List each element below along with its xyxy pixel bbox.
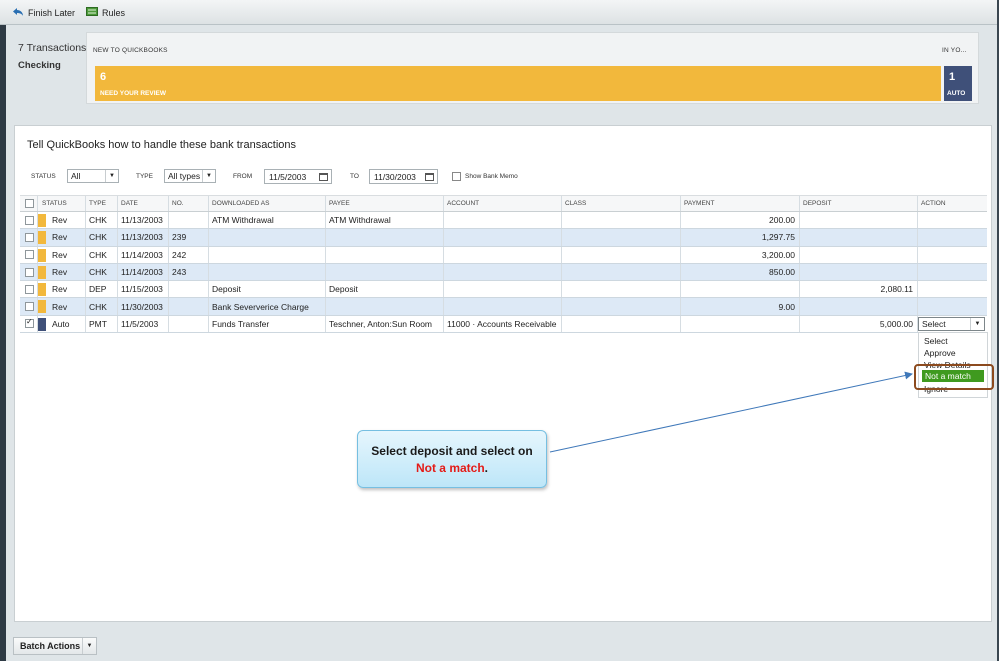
annotation-arrow [549,371,913,453]
chevron-down-icon[interactable]: ▼ [82,638,96,654]
batch-actions-button[interactable]: Batch Actions ▼ [13,637,97,655]
callout-period: . [484,461,489,475]
callout-line2: Not a match. [358,460,546,477]
batch-actions-label: Batch Actions [20,641,81,651]
callout-highlight-text: Not a match [415,461,485,475]
instruction-callout: Select deposit and select on Not a match… [357,430,547,488]
callout-line1: Select deposit and select on [371,444,533,458]
